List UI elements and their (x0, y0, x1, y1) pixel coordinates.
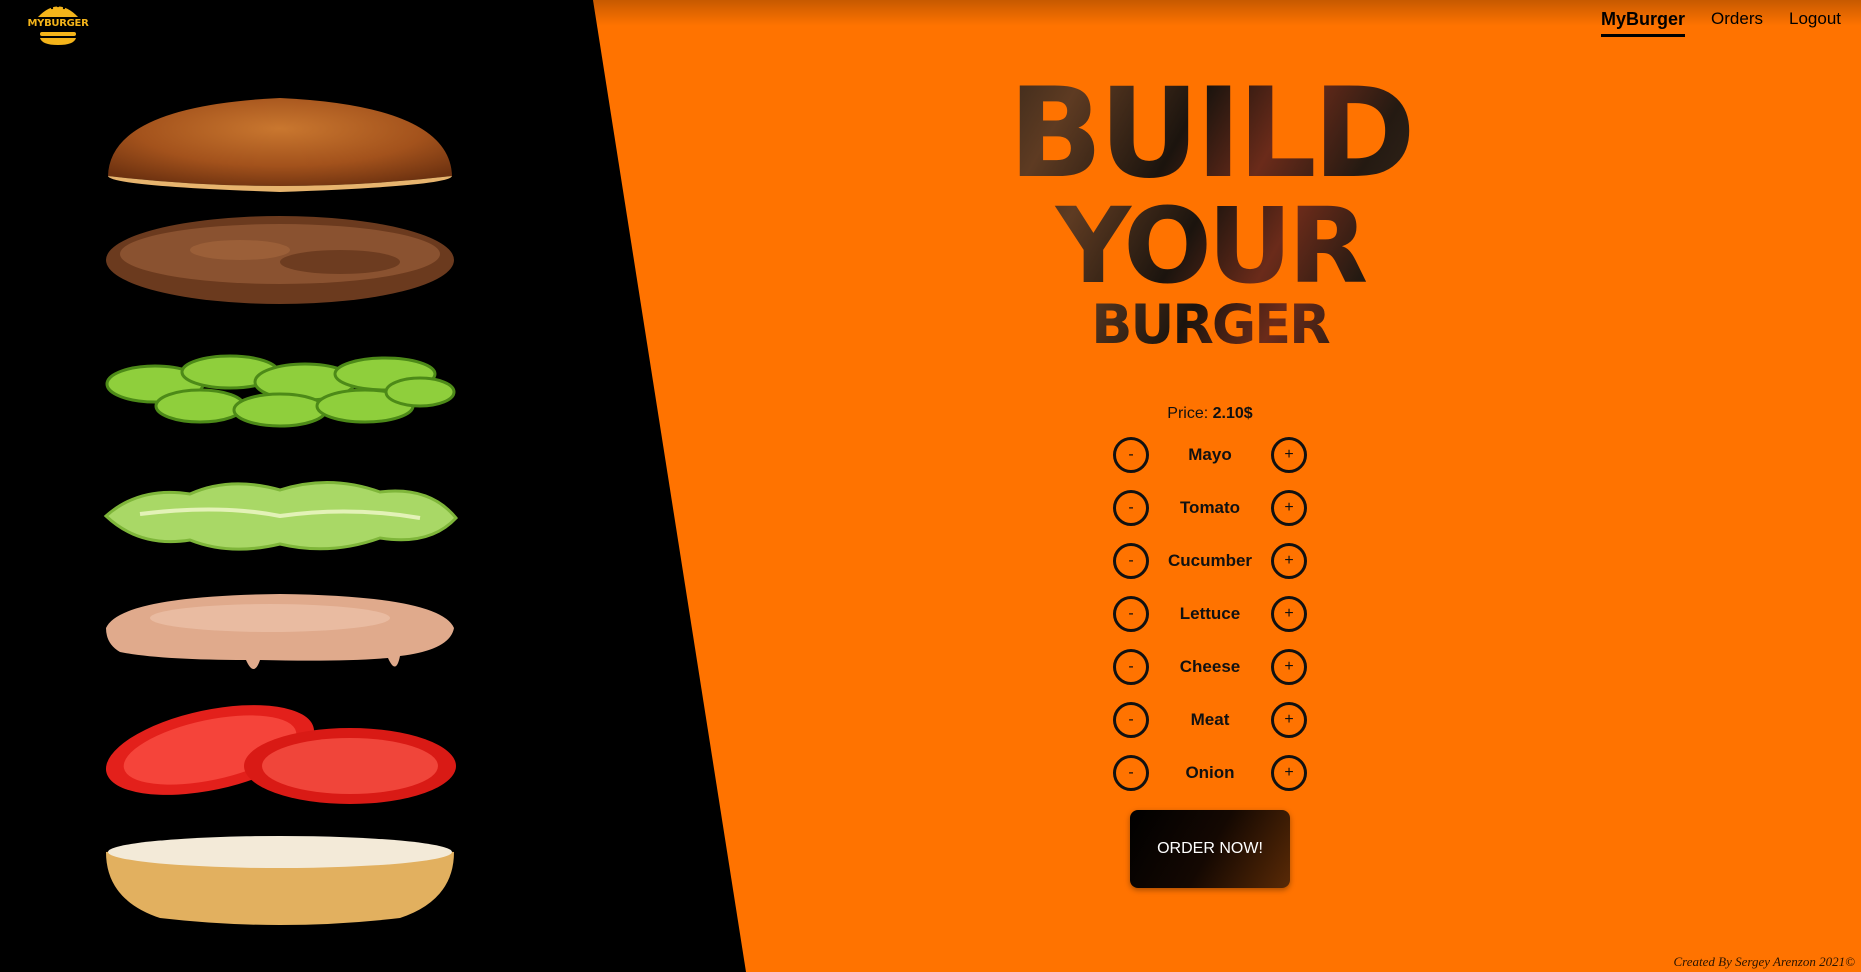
order-now-button[interactable]: ORDER NOW! (1130, 810, 1290, 888)
price-label: Price: (1167, 405, 1209, 422)
cucumber-image (105, 354, 456, 428)
price-value: 2.10$ (1212, 405, 1253, 422)
ingredient-controls: - Mayo + - Tomato + - Cucumber + - Lettu… (1113, 435, 1307, 806)
title-line-1: BUILD (960, 72, 1460, 196)
nav-orders[interactable]: Orders (1711, 9, 1763, 37)
ingredient-row-mayo: - Mayo + (1113, 435, 1307, 488)
logo[interactable]: MYBURGER (24, 0, 92, 46)
nav-myburger[interactable]: MyBurger (1601, 9, 1686, 37)
remove-tomato-button[interactable]: - (1113, 490, 1149, 526)
top-bun-image (108, 98, 452, 192)
ingredient-label: Cucumber (1167, 551, 1253, 570)
ingredient-row-meat: - Meat + (1113, 700, 1307, 753)
add-cucumber-button[interactable]: + (1271, 543, 1307, 579)
remove-onion-button[interactable]: - (1113, 755, 1149, 791)
add-onion-button[interactable]: + (1271, 755, 1307, 791)
remove-lettuce-button[interactable]: - (1113, 596, 1149, 632)
remove-meat-button[interactable]: - (1113, 702, 1149, 738)
add-cheese-button[interactable]: + (1271, 649, 1307, 685)
top-nav: MyBurger Orders Logout (1575, 9, 1841, 37)
mayo-image (106, 594, 454, 669)
ingredient-label: Lettuce (1179, 604, 1241, 623)
ingredient-label: Mayo (1188, 445, 1232, 464)
tomato-image (105, 705, 456, 804)
footer-credit: Created By Sergey Arenzon 2021© (1673, 954, 1856, 969)
add-lettuce-button[interactable]: + (1271, 596, 1307, 632)
add-tomato-button[interactable]: + (1271, 490, 1307, 526)
nav-logout[interactable]: Logout (1789, 9, 1841, 37)
meat-patty-image (106, 216, 454, 304)
ingredient-row-tomato: - Tomato + (1113, 488, 1307, 541)
add-meat-button[interactable]: + (1271, 702, 1307, 738)
title-line-3: BURGER (960, 298, 1460, 352)
ingredient-row-cheese: - Cheese + (1113, 647, 1307, 700)
bottom-bun-image (106, 836, 454, 925)
ingredient-label: Meat (1190, 710, 1230, 729)
remove-cucumber-button[interactable]: - (1113, 543, 1149, 579)
page-title: BUILD YOUR BURGER (960, 72, 1460, 352)
ingredient-label: Tomato (1179, 498, 1241, 517)
title-line-2: YOUR (960, 194, 1460, 298)
remove-mayo-button[interactable]: - (1113, 437, 1149, 473)
ingredient-row-cucumber: - Cucumber + (1113, 541, 1307, 594)
ingredient-label: Cheese (1179, 657, 1241, 676)
ingredient-label: Onion (1185, 763, 1235, 782)
remove-cheese-button[interactable]: - (1113, 649, 1149, 685)
price-display: Price: 2.10$ (1110, 405, 1310, 423)
logo-text: MYBURGER (27, 18, 89, 29)
ingredient-row-onion: - Onion + (1113, 753, 1307, 806)
add-mayo-button[interactable]: + (1271, 437, 1307, 473)
lettuce-image (103, 480, 458, 551)
ingredient-row-lettuce: - Lettuce + (1113, 594, 1307, 647)
